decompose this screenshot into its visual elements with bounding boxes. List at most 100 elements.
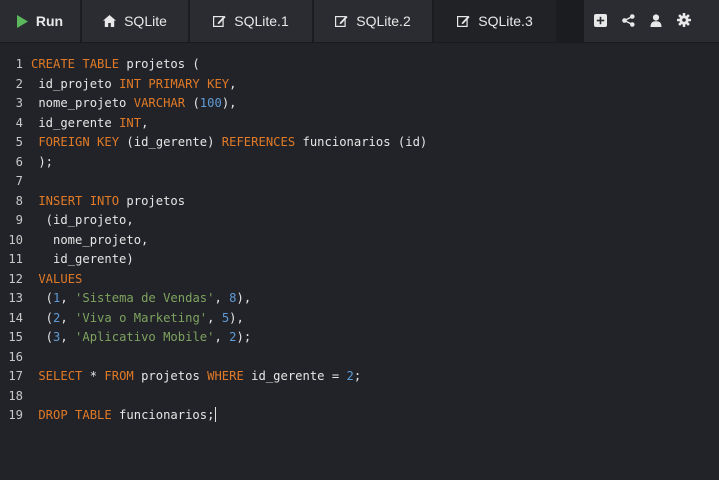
code-token: projetos <box>133 369 208 383</box>
tab-sqlite-1[interactable]: SQLite.1 <box>190 0 312 42</box>
code-token: , <box>229 76 237 91</box>
tab-label: SQLite.1 <box>234 13 289 29</box>
code-token: , <box>60 291 76 305</box>
code-token: ( <box>31 330 54 344</box>
string-literal: 'Viva o Marketing' <box>75 310 208 325</box>
line-number: 3 <box>15 96 23 110</box>
line-number: 18 <box>8 388 23 403</box>
sql-keyword: DROP TABLE <box>38 408 112 422</box>
tab-label: SQLite <box>124 13 167 29</box>
tab-sqlite-2[interactable]: SQLite.2 <box>314 0 432 42</box>
sql-keyword: INSERT INTO <box>38 193 120 208</box>
code-line[interactable]: 18 <box>0 387 719 407</box>
line-number: 5 <box>15 135 23 149</box>
code-text: (id_projeto, <box>31 211 134 231</box>
add-icon[interactable] <box>592 12 608 28</box>
code-token: funcionarios; <box>111 408 215 422</box>
code-text: (2, 'Viva o Marketing', 5), <box>31 309 244 329</box>
code-token: ( <box>31 291 54 305</box>
code-line[interactable]: 9 (id_projeto, <box>0 211 719 231</box>
text-cursor <box>215 407 217 422</box>
line-number: 6 <box>15 154 23 169</box>
code-line[interactable]: 8 INSERT INTO projetos <box>0 192 719 212</box>
code-text: SELECT * FROM projetos WHERE id_gerente … <box>31 367 361 387</box>
code-token: ), <box>229 310 244 325</box>
code-line[interactable]: 12 VALUES <box>0 270 719 290</box>
code-token: nome_projeto <box>31 96 134 110</box>
tab-label: SQLite.2 <box>356 13 411 29</box>
sql-keyword: FOREIGN KEY <box>38 135 120 149</box>
code-line[interactable]: 2 id_projeto INT PRIMARY KEY, <box>0 75 719 95</box>
sql-keyword: VALUES <box>38 271 83 286</box>
toolbar-actions <box>584 0 719 42</box>
line-number: 4 <box>15 115 23 130</box>
line-number: 14 <box>8 310 23 325</box>
line-number: 1 <box>15 57 23 71</box>
run-label: Run <box>35 13 64 29</box>
gear-icon[interactable] <box>676 12 692 28</box>
number-literal: 2 <box>229 330 237 344</box>
line-number: 2 <box>15 76 23 91</box>
line-number: 19 <box>8 408 23 422</box>
edit-icon <box>335 15 348 28</box>
code-line[interactable]: 7 <box>0 172 719 192</box>
code-line[interactable]: 15 (3, 'Aplicativo Mobile', 2); <box>0 328 719 348</box>
home-icon <box>103 15 117 27</box>
code-text: VALUES <box>31 270 82 290</box>
code-token: id_gerente) <box>31 252 134 266</box>
code-token: id_gerente = <box>243 369 347 383</box>
number-literal: 100 <box>199 96 222 110</box>
edit-icon <box>213 15 226 28</box>
tab-sqlite[interactable]: SQLite <box>82 0 188 42</box>
share-icon[interactable] <box>620 12 636 28</box>
line-number: 13 <box>8 291 23 305</box>
code-token: ( <box>31 310 54 325</box>
code-line[interactable]: 3 nome_projeto VARCHAR (100), <box>0 94 719 114</box>
user-icon[interactable] <box>648 12 664 28</box>
line-number: 10 <box>8 232 23 247</box>
line-number: 11 <box>8 252 23 266</box>
code-line[interactable]: 4 id_gerente INT, <box>0 114 719 134</box>
code-line[interactable]: 19 DROP TABLE funcionarios; <box>0 406 719 426</box>
code-line[interactable]: 14 (2, 'Viva o Marketing', 5), <box>0 309 719 329</box>
code-token: * <box>82 369 105 383</box>
code-token: , <box>60 330 76 344</box>
line-number: 8 <box>15 193 23 208</box>
code-token: funcionarios (id) <box>295 135 428 149</box>
code-token: nome_projeto, <box>31 232 149 247</box>
sql-keyword: REFERENCES <box>221 135 296 149</box>
code-line[interactable]: 10 nome_projeto, <box>0 231 719 251</box>
line-number: 17 <box>8 369 23 383</box>
code-editor[interactable]: 1 CREATE TABLE projetos (2 id_projeto INT… <box>0 44 719 480</box>
sql-keyword: INT PRIMARY KEY <box>119 76 230 91</box>
code-line[interactable]: 6 ); <box>0 153 719 173</box>
code-token: , <box>214 330 230 344</box>
code-text: id_gerente) <box>31 250 134 270</box>
string-literal: 'Sistema de Vendas' <box>75 291 215 305</box>
code-token: ); <box>31 154 54 169</box>
code-text: (3, 'Aplicativo Mobile', 2); <box>31 328 252 348</box>
run-button[interactable]: Run <box>0 0 80 42</box>
code-line[interactable]: 1 CREATE TABLE projetos ( <box>0 55 719 75</box>
code-token: , <box>60 310 76 325</box>
line-number: 7 <box>15 174 23 188</box>
code-line[interactable]: 17 SELECT * FROM projetos WHERE id_geren… <box>0 367 719 387</box>
line-number: 12 <box>8 271 23 286</box>
code-line[interactable]: 11 id_gerente) <box>0 250 719 270</box>
code-line[interactable]: 16 <box>0 348 719 368</box>
code-line[interactable]: 5 FOREIGN KEY (id_gerente) REFERENCES fu… <box>0 133 719 153</box>
code-line[interactable]: 13 (1, 'Sistema de Vendas', 8), <box>0 289 719 309</box>
code-token: projetos ( <box>119 57 200 71</box>
sql-keyword: CREATE TABLE <box>31 57 120 71</box>
tab-sqlite-3[interactable]: SQLite.3 <box>434 0 556 42</box>
number-literal: 2 <box>346 369 354 383</box>
code-token: ; <box>353 369 362 383</box>
code-text: nome_projeto VARCHAR (100), <box>31 94 236 114</box>
code-token: ), <box>236 291 252 305</box>
line-number: 9 <box>15 213 23 227</box>
code-token: (id_projeto, <box>31 213 134 227</box>
code-token: ); <box>236 330 252 344</box>
code-token: id_gerente <box>31 115 120 130</box>
sql-keyword: WHERE <box>207 369 244 383</box>
code-token: , <box>141 115 149 130</box>
